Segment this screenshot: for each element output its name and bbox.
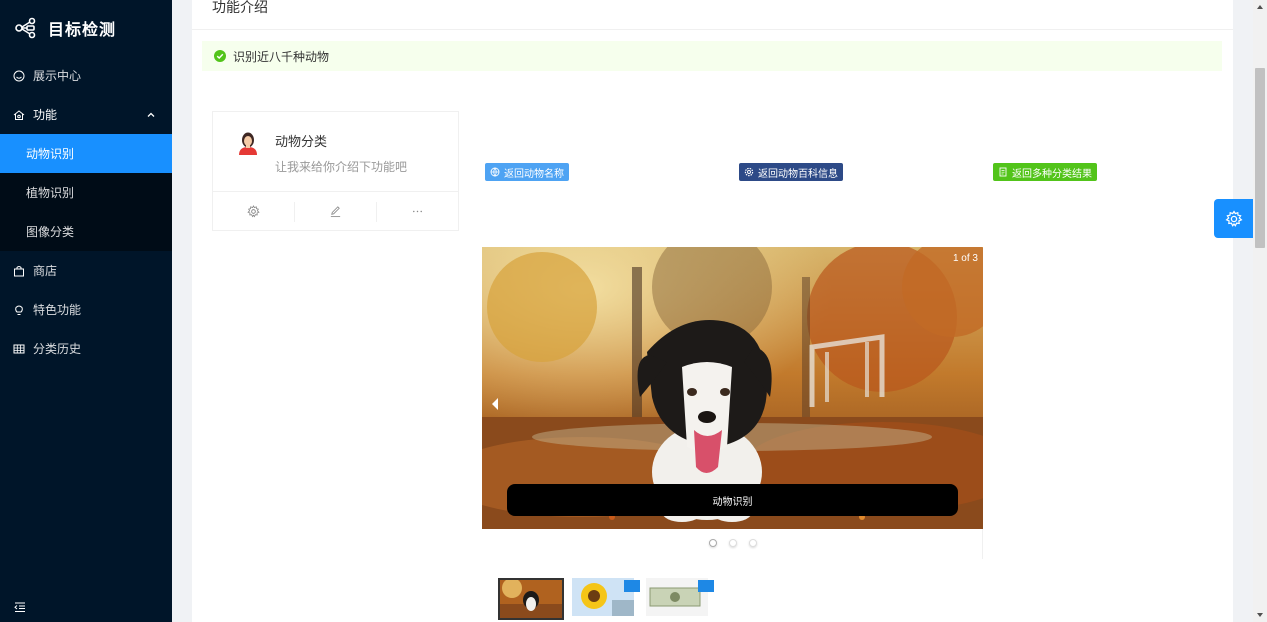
edit-button[interactable] — [295, 201, 377, 222]
success-alert: 识别近八千种动物 — [202, 41, 1222, 71]
main-content: 功能介绍 识别近八千种动物 动物分类 让我来给你介绍下功能吧 返回动物名称 返回… — [172, 0, 1253, 622]
divider — [982, 529, 983, 559]
tag-label: 返回多种分类结果 — [1012, 168, 1092, 180]
check-circle-icon — [214, 50, 226, 62]
sidebar-item-showcase[interactable]: 展示中心 — [0, 56, 172, 95]
settings-button[interactable] — [213, 201, 295, 222]
thumbnail-banknote[interactable] — [646, 578, 714, 620]
scroll-down-icon[interactable] — [1256, 611, 1264, 619]
logo-icon — [15, 17, 36, 39]
slide-counter: 1 of 3 — [952, 253, 978, 264]
feature-card: 功能介绍 识别近八千种动物 动物分类 让我来给你介绍下功能吧 返回动物名称 返回… — [192, 0, 1233, 622]
sidebar-item-plant-recognition[interactable]: 植物识别 — [0, 173, 172, 212]
edit-icon — [330, 206, 341, 218]
sidebar-item-function[interactable]: 功能 — [0, 95, 172, 134]
thumbnail-dog[interactable] — [498, 578, 564, 620]
scrollbar-thumb[interactable] — [1255, 68, 1265, 248]
alert-text: 识别近八千种动物 — [233, 49, 330, 64]
sidebar-item-label: 植物识别 — [26, 186, 75, 200]
sidebar-item-animal-recognition[interactable]: 动物识别 — [0, 134, 172, 173]
sidebar-item-shop[interactable]: 商店 — [0, 251, 172, 290]
carousel-dot[interactable] — [709, 539, 717, 547]
profile-card: 动物分类 让我来给你介绍下功能吧 — [212, 111, 459, 231]
document-icon — [999, 167, 1007, 177]
profile-actions — [213, 191, 458, 231]
carousel-dot[interactable] — [729, 539, 737, 547]
profile-card-body: 动物分类 让我来给你介绍下功能吧 — [213, 112, 458, 191]
sidebar-item-label: 功能 — [33, 108, 58, 122]
logo[interactable]: 目标检测 — [0, 0, 172, 56]
dog-thumbnail-image — [500, 578, 562, 618]
carousel-dots — [709, 539, 757, 547]
submenu-function: 动物识别 植物识别 图像分类 — [0, 134, 172, 251]
sidebar-item-label: 图像分类 — [26, 225, 75, 239]
avatar — [239, 132, 257, 155]
carousel-dot[interactable] — [749, 539, 757, 547]
sidebar-item-label: 分类历史 — [33, 342, 82, 356]
gear-icon — [247, 205, 260, 218]
app-title: 目标检测 — [48, 22, 117, 39]
sidebar-item-label: 商店 — [33, 264, 58, 278]
profile-text: 动物分类 让我来给你介绍下功能吧 — [275, 128, 407, 191]
gear-icon — [1224, 209, 1243, 227]
globe-icon — [490, 167, 500, 177]
function-icon — [13, 109, 25, 121]
tag-multi-classification: 返回多种分类结果 — [993, 163, 1097, 181]
thumbnail-badge — [624, 580, 640, 592]
caption-text: 动物识别 — [712, 496, 753, 508]
sidebar: 目标检测 展示中心 功能 动物识别 植物识别 图像分类 商店 特色功能 分类历史 — [0, 0, 172, 622]
image-carousel[interactable]: 1 of 3 动物识别 — [482, 247, 983, 529]
sidebar-item-image-classification[interactable]: 图像分类 — [0, 212, 172, 251]
tag-animal-name: 返回动物名称 — [485, 163, 569, 181]
sidebar-item-features[interactable]: 特色功能 — [0, 290, 172, 329]
shop-icon — [13, 265, 25, 277]
menu-fold-icon[interactable] — [13, 600, 27, 614]
scroll-up-icon[interactable] — [1256, 3, 1264, 11]
profile-description: 让我来给你介绍下功能吧 — [275, 160, 408, 174]
gear-icon — [744, 167, 754, 177]
bulb-icon — [13, 304, 25, 316]
settings-drawer-button[interactable] — [1214, 199, 1253, 238]
ellipsis-icon — [413, 210, 422, 213]
more-button[interactable] — [377, 202, 458, 222]
carousel-prev-icon[interactable] — [490, 397, 500, 411]
sidebar-item-history[interactable]: 分类历史 — [0, 329, 172, 368]
tag-label: 返回动物百科信息 — [758, 168, 838, 180]
page-title: 功能介绍 — [212, 0, 268, 15]
thumbnail-strip — [498, 578, 714, 620]
scrollbar[interactable] — [1253, 0, 1267, 622]
table-icon — [13, 343, 25, 355]
chevron-up-icon — [147, 112, 155, 117]
sidebar-item-label: 展示中心 — [33, 69, 82, 83]
profile-title: 动物分类 — [275, 134, 328, 149]
carousel-caption: 动物识别 — [507, 484, 958, 516]
page-title-bar: 功能介绍 — [192, 0, 1233, 30]
sidebar-item-label: 特色功能 — [33, 303, 82, 317]
tag-animal-encyclopedia: 返回动物百科信息 — [739, 163, 843, 181]
thumbnail-sunflower[interactable] — [572, 578, 640, 620]
thumbnail-badge — [698, 580, 714, 592]
tag-label: 返回动物名称 — [504, 168, 564, 180]
sidebar-item-label: 动物识别 — [26, 147, 75, 161]
smile-icon — [13, 70, 25, 82]
